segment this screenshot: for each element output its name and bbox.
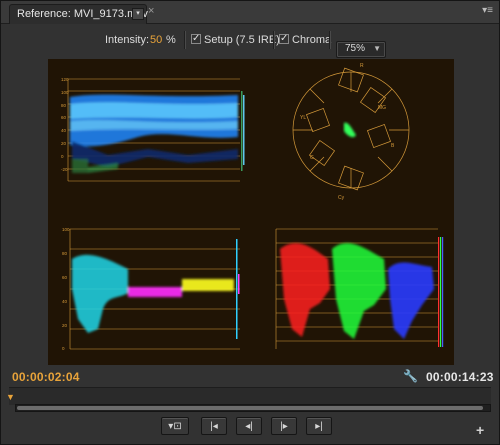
vector-label-mg: MG — [378, 105, 386, 111]
zoom-dropdown[interactable]: 75% ▼ — [336, 41, 386, 58]
toolbar-divider — [184, 31, 185, 49]
go-to-in-point-button[interactable]: |◂ — [201, 417, 227, 435]
toolbar-divider — [329, 31, 330, 49]
vector-label-yl: YL — [300, 115, 306, 121]
zoom-scrollbar[interactable] — [15, 404, 491, 412]
waveform-tick: 0 — [61, 154, 64, 159]
setup-label: Setup (7.5 IRE) — [204, 34, 280, 46]
step-forward-button[interactable]: |▸ — [271, 417, 297, 435]
vector-label-b: B — [391, 143, 395, 149]
ycbcr-tick: 100 — [62, 227, 70, 232]
ycbcr-parade: 100 80 60 40 20 0 — [62, 227, 240, 351]
reference-monitor-panel: Reference: MVI_9173.mov ▾ × ▾≡ Intensity… — [0, 0, 500, 445]
export-frame-button[interactable]: ▾⊡ — [161, 417, 189, 435]
step-forward-icon: |▸ — [280, 421, 288, 432]
camera-icon: ▾⊡ — [168, 421, 182, 432]
rgb-parade — [275, 228, 444, 349]
zoom-value: 75% — [345, 43, 366, 54]
vector-label-r: R — [360, 63, 364, 69]
ycbcr-tick: 0 — [62, 346, 65, 351]
vector-label-cy: Cy — [338, 195, 345, 201]
scope-toolbar: Intensity: 50 % ✓ Setup (7.5 IRE) ✓ Chro… — [1, 24, 499, 56]
waveform-tick: 120 — [61, 77, 69, 82]
waveform-tick: 60 — [61, 115, 67, 120]
vectorscope: R MG B Cy G YL — [292, 63, 410, 201]
waveform-tick: 100 — [61, 90, 69, 95]
scopes-graphic: 120 100 80 60 40 20 0 -20 R MG B Cy G YL… — [61, 63, 444, 351]
waveform-tick: 40 — [61, 128, 67, 133]
add-button[interactable]: + — [476, 422, 484, 438]
chevron-down-icon: ▼ — [373, 44, 381, 53]
go-to-out-icon: ▸| — [315, 421, 323, 432]
ycbcr-tick: 80 — [62, 251, 68, 256]
go-to-out-point-button[interactable]: ▸| — [306, 417, 332, 435]
ycbcr-tick: 40 — [62, 299, 68, 304]
tab-title: Reference: MVI_9173.mov — [17, 8, 148, 20]
chevron-down-icon[interactable]: ▾ — [132, 8, 144, 20]
wrench-icon[interactable]: 🔧 — [403, 369, 418, 383]
setup-checkbox[interactable]: ✓ — [191, 34, 201, 44]
ycbcr-tick: 60 — [62, 275, 68, 280]
chroma-checkbox[interactable]: ✓ — [279, 34, 289, 44]
panel-tab-bar: Reference: MVI_9173.mov ▾ × ▾≡ — [1, 1, 499, 24]
waveform-monitor: 120 100 80 60 40 20 0 -20 — [61, 77, 245, 182]
current-timecode[interactable]: 00:00:02:04 — [12, 370, 80, 384]
waveform-tick: 20 — [61, 141, 67, 146]
waveform-tick: -20 — [61, 167, 68, 172]
duration-timecode: 00:00:14:23 — [426, 370, 494, 384]
playhead-icon[interactable]: ▼ — [6, 392, 15, 402]
intensity-unit: % — [166, 34, 176, 46]
scrollbar-thumb[interactable] — [17, 406, 483, 410]
step-back-icon: ◂| — [245, 421, 253, 432]
intensity-label: Intensity: — [105, 34, 150, 46]
waveform-tick: 80 — [61, 103, 67, 108]
intensity-value[interactable]: 50 — [150, 34, 162, 46]
timecode-bar: 00:00:02:04 🔧 00:00:14:23 — [1, 365, 499, 387]
toolbar-divider — [273, 31, 274, 49]
panel-menu-icon[interactable]: ▾≡ — [482, 5, 493, 16]
scope-display: 120 100 80 60 40 20 0 -20 R MG B Cy G YL… — [48, 59, 454, 365]
step-back-button[interactable]: ◂| — [236, 417, 262, 435]
chroma-label: Chroma — [292, 34, 332, 46]
time-ruler[interactable] — [9, 387, 491, 405]
vector-label-g: G — [310, 155, 314, 161]
go-to-in-icon: |◂ — [210, 421, 218, 432]
ycbcr-tick: 20 — [62, 323, 68, 328]
close-icon[interactable]: × — [148, 5, 154, 17]
tab-reference[interactable]: Reference: MVI_9173.mov ▾ — [9, 4, 148, 24]
